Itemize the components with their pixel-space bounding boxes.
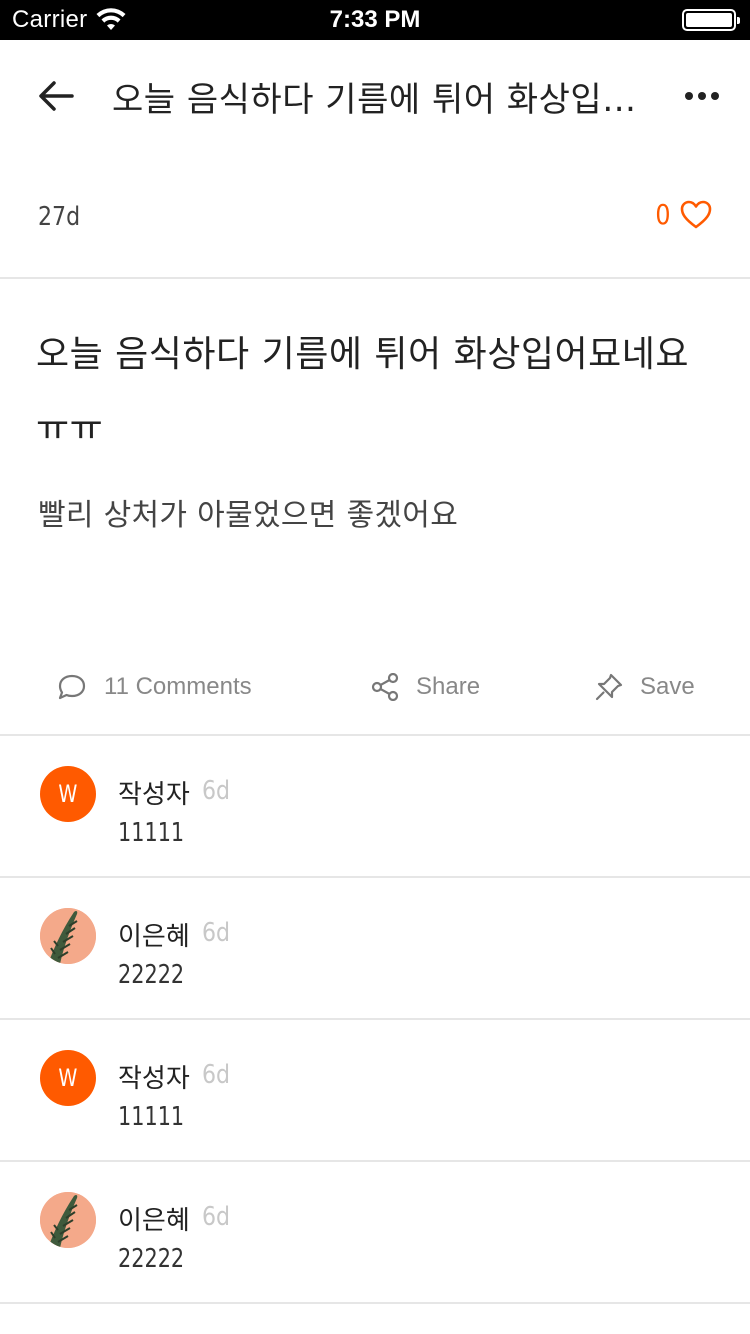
comment-text: 22222 xyxy=(118,960,185,990)
comment-time: 6d xyxy=(202,918,231,948)
comment-item[interactable]: 이은혜 6d 22222 xyxy=(0,878,750,1020)
post-meta: 27d 0 xyxy=(0,190,750,246)
post-body: 빨리 상처가 아물었으면 좋겠어요 xyxy=(38,498,459,533)
carrier-label: Carrier xyxy=(12,6,88,33)
avatar-photo-icon xyxy=(40,1192,96,1248)
status-bar: Carrier 7:33 PM xyxy=(0,0,750,40)
comment-text: 11111 xyxy=(118,818,185,848)
divider xyxy=(0,1302,750,1304)
heart-icon xyxy=(680,200,712,228)
like-count: 0 xyxy=(655,198,671,231)
pin-icon xyxy=(595,673,623,701)
avatar-letter: W xyxy=(58,1064,78,1092)
status-left: Carrier xyxy=(12,6,127,34)
post-actions: 11 Comments Share Save xyxy=(0,660,750,714)
save-label: Save xyxy=(640,673,695,700)
comment-text: 22222 xyxy=(118,1244,185,1274)
nav-bar: 오늘 음식하다 기름에 튀어 화상입어묘네요 ㅠㅠ xyxy=(0,40,750,152)
avatar-letter: W xyxy=(58,780,78,808)
comment-author: 작성자 xyxy=(118,1064,190,1094)
like-button[interactable]: 0 xyxy=(654,198,712,231)
comment-time: 6d xyxy=(202,1202,231,1232)
nav-title: 오늘 음식하다 기름에 튀어 화상입어묘네요 ㅠㅠ xyxy=(112,80,652,120)
more-options-icon[interactable] xyxy=(682,84,722,108)
comment-text: 11111 xyxy=(118,1102,185,1132)
comment-item[interactable]: W 작성자 6d 11111 xyxy=(0,736,750,878)
avatar[interactable] xyxy=(40,908,96,964)
comment-author: 작성자 xyxy=(118,780,190,810)
share-button[interactable]: Share xyxy=(370,660,480,714)
comment-bubble-icon xyxy=(58,674,86,700)
battery-icon xyxy=(682,9,740,31)
divider xyxy=(0,277,750,279)
avatar[interactable] xyxy=(40,1192,96,1248)
comment-item[interactable]: W 작성자 6d 11111 xyxy=(0,1020,750,1162)
post-time: 27d xyxy=(38,202,81,232)
comment-author: 이은혜 xyxy=(118,922,190,952)
comment-item[interactable]: 이은혜 6d 22222 xyxy=(0,1162,750,1304)
battery-level xyxy=(686,13,732,27)
wifi-icon xyxy=(96,8,126,30)
back-arrow-icon[interactable] xyxy=(36,76,76,116)
comment-time: 6d xyxy=(202,776,231,806)
post-title: 오늘 음식하다 기름에 튀어 화상입어묘네요 ㅠㅠ xyxy=(36,334,689,449)
comment-author: 이은혜 xyxy=(118,1206,190,1236)
comment-time: 6d xyxy=(202,1060,231,1090)
save-button[interactable]: Save xyxy=(594,660,695,714)
comments-label: 11 Comments xyxy=(104,673,252,700)
share-icon xyxy=(371,673,399,701)
avatar[interactable]: W xyxy=(40,1050,96,1106)
comments-button[interactable]: 11 Comments xyxy=(56,660,252,714)
share-label: Share xyxy=(416,673,481,700)
avatar[interactable]: W xyxy=(40,766,96,822)
avatar-photo-icon xyxy=(40,908,96,964)
